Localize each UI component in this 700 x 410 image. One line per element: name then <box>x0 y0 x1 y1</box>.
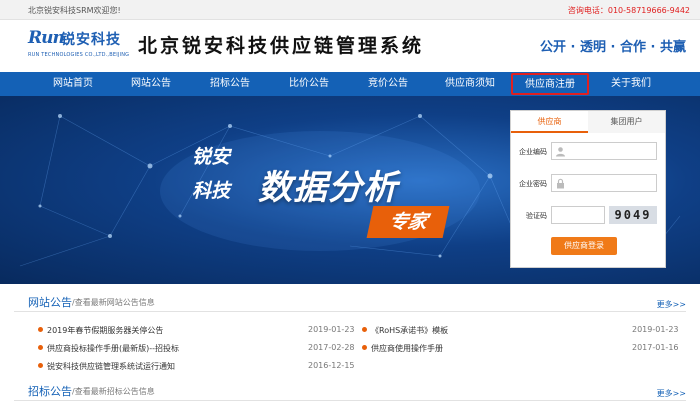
login-panel: 供应商 集团用户 企业编码 企业密码 验证码 9049 供应商登录 <box>510 110 666 268</box>
list-item[interactable]: 2019年春节假期服务器关停公告 <box>38 325 163 336</box>
captcha-label: 验证码 <box>526 212 547 220</box>
list-item[interactable]: 供应商投标操作手册(最新版)--招投标 <box>38 343 179 354</box>
main-nav: 网站首页 网站公告 招标公告 比价公告 竞价公告 供应商须知 供应商注册 关于我… <box>0 72 700 96</box>
nav-item-tender[interactable]: 招标公告 <box>195 72 265 96</box>
bullet-icon <box>362 327 367 332</box>
news-title: 供应商使用操作手册 <box>371 344 443 353</box>
supplier-login-button[interactable]: 供应商登录 <box>551 237 617 255</box>
login-tabs: 供应商 集团用户 <box>511 111 665 133</box>
logo-mark: Run <box>28 28 65 48</box>
tab-group-user[interactable]: 集团用户 <box>588 111 665 133</box>
password-label: 企业密码 <box>519 180 547 188</box>
tab-supplier[interactable]: 供应商 <box>511 111 588 133</box>
top-bar: 北京锐安科技SRM欢迎您! 咨询电话：010-58719666-9442 <box>0 0 700 20</box>
news-date: 2016-12-15 <box>308 361 355 370</box>
header: Run 锐安科技 RUN TECHNOLOGIES CO.,LTD.,BEIJI… <box>0 20 700 72</box>
nav-item-site-notice[interactable]: 网站公告 <box>116 72 186 96</box>
banner-tag: 专家 <box>366 206 450 238</box>
list-item[interactable]: 《RoHS承诺书》模板 <box>362 325 448 336</box>
lock-icon <box>557 178 564 189</box>
tender-notice-subtitle: /查看最新招标公告信息 <box>72 387 155 396</box>
header-slogan: 公开 · 透明 · 合作 · 共赢 <box>540 40 686 55</box>
logo[interactable]: Run 锐安科技 RUN TECHNOLOGIES CO.,LTD.,BEIJI… <box>28 28 130 64</box>
nav-item-about[interactable]: 关于我们 <box>596 72 666 96</box>
news-title: 供应商投标操作手册(最新版)--招投标 <box>47 344 180 353</box>
news-date: 2017-01-16 <box>632 343 679 352</box>
tender-notice-more-link[interactable]: 更多>> <box>657 388 686 399</box>
logo-en: RUN TECHNOLOGIES CO.,LTD.,BEIJING <box>28 52 130 58</box>
site-title: 北京锐安科技供应链管理系统 <box>138 35 425 57</box>
site-notice-subtitle: /查看最新网站公告信息 <box>72 298 155 307</box>
bullet-icon <box>38 345 43 350</box>
news-date: 2019-01-23 <box>308 325 355 334</box>
password-field[interactable] <box>551 174 657 192</box>
logo-cn: 锐安科技 <box>61 32 121 48</box>
nav-item-home[interactable]: 网站首页 <box>38 72 108 96</box>
nav-item-bidding[interactable]: 竞价公告 <box>353 72 423 96</box>
company-code-label: 企业编码 <box>519 148 547 156</box>
bullet-icon <box>38 327 43 332</box>
list-item[interactable]: 供应商使用操作手册 <box>362 343 443 354</box>
nav-item-supplier-guide[interactable]: 供应商须知 <box>432 72 508 96</box>
nav-item-supplier-register[interactable]: 供应商注册 <box>511 73 589 95</box>
site-notice-title: 网站公告 <box>28 296 72 309</box>
welcome-text: 北京锐安科技SRM欢迎您! <box>28 6 121 15</box>
banner-line1: 锐安 <box>192 146 231 168</box>
banner-headline: 数据分析 <box>258 168 398 208</box>
hotline-text: 咨询电话：010-58719666-9442 <box>567 6 690 15</box>
news-date: 2019-01-23 <box>632 325 679 334</box>
news-title: 2019年春节假期服务器关停公告 <box>47 326 164 335</box>
tender-notice-header: 招标公告 /查看最新招标公告信息 更多>> <box>14 381 686 401</box>
banner-line2: 科技 <box>192 180 231 202</box>
news-title: 锐安科技供应链管理系统试运行通知 <box>47 362 175 371</box>
captcha-input[interactable] <box>551 206 605 224</box>
site-notice-header: 网站公告 /查看最新网站公告信息 更多>> <box>14 292 686 312</box>
site-notice-more-link[interactable]: 更多>> <box>657 299 686 310</box>
news-title: 《RoHS承诺书》模板 <box>371 326 449 335</box>
company-code-field[interactable] <box>551 142 657 160</box>
nav-item-price-compare[interactable]: 比价公告 <box>274 72 344 96</box>
user-icon <box>556 147 565 157</box>
bullet-icon <box>38 363 43 368</box>
captcha-image[interactable]: 9049 <box>609 206 657 224</box>
tender-notice-title: 招标公告 <box>28 385 72 398</box>
list-item[interactable]: 锐安科技供应链管理系统试运行通知 <box>38 361 175 372</box>
bullet-icon <box>362 345 367 350</box>
news-date: 2017-02-28 <box>308 343 355 352</box>
